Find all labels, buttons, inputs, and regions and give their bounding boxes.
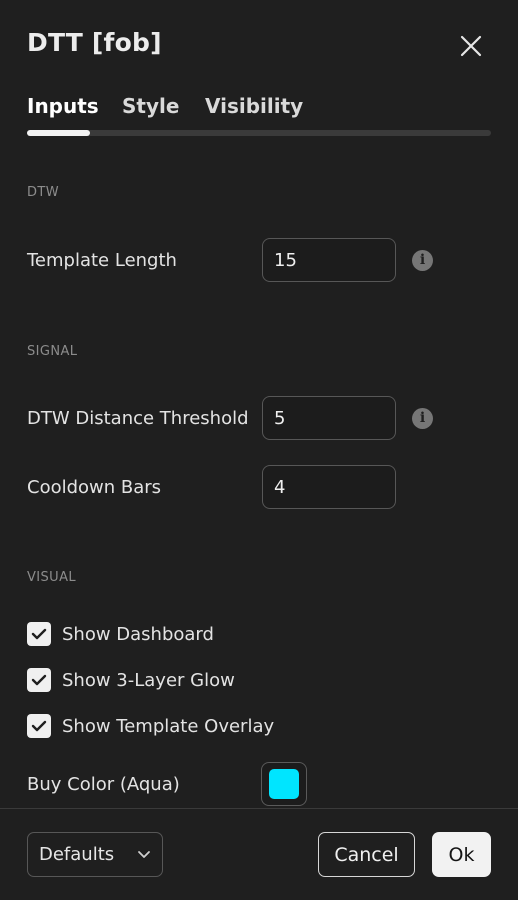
footer-divider [0,808,518,809]
template-length-label: Template Length [27,250,177,271]
buy-color-swatch [269,769,299,799]
show-dashboard-row[interactable]: Show Dashboard [27,621,214,647]
section-title-dtw: DTW [27,185,60,200]
indicator-settings-dialog: DTT [fob] Inputs Style Visibility DTW Te… [0,0,518,900]
section-title-visual: VISUAL [27,570,77,585]
chevron-down-icon [138,851,150,858]
show-template-overlay-label: Show Template Overlay [62,715,275,737]
show-template-overlay-row[interactable]: Show Template Overlay [27,713,274,739]
info-icon[interactable]: i [412,250,433,271]
buy-color-label: Buy Color (Aqua) [27,774,180,795]
dialog-title: DTT [fob] [27,28,162,57]
show-3-layer-glow-row[interactable]: Show 3-Layer Glow [27,667,235,693]
ok-button[interactable]: Ok [432,832,491,877]
checkmark-icon [31,720,47,732]
tab-style[interactable]: Style [122,94,179,118]
show-3-layer-glow-label: Show 3-Layer Glow [62,669,235,691]
cooldown-bars-input[interactable] [262,465,396,509]
cooldown-bars-label: Cooldown Bars [27,477,162,498]
cancel-button[interactable]: Cancel [318,832,415,877]
show-dashboard-checkbox[interactable] [27,622,51,646]
defaults-dropdown-label: Defaults [39,844,115,865]
dtw-distance-threshold-label: DTW Distance Threshold [27,408,249,429]
defaults-dropdown[interactable]: Defaults [27,832,163,877]
tab-track [27,130,491,136]
active-tab-indicator [27,130,90,136]
checkmark-icon [31,674,47,686]
buy-color-picker-button[interactable] [261,762,307,806]
dtw-distance-threshold-input[interactable] [262,396,396,440]
checkmark-icon [31,628,47,640]
show-template-overlay-checkbox[interactable] [27,714,51,738]
section-title-signal: SIGNAL [27,344,78,359]
show-3-layer-glow-checkbox[interactable] [27,668,51,692]
show-dashboard-label: Show Dashboard [62,623,214,645]
close-icon[interactable] [458,33,484,59]
tab-inputs[interactable]: Inputs [27,94,99,118]
tab-visibility[interactable]: Visibility [205,94,303,118]
info-icon[interactable]: i [412,408,433,429]
template-length-input[interactable] [262,238,396,282]
